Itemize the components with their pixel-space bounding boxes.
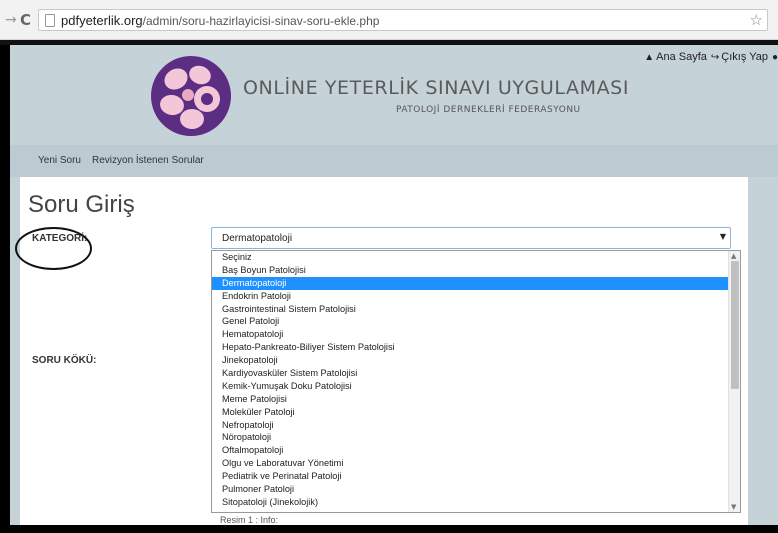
nav-logout-link[interactable]: ↪ Çıkış Yap [711, 51, 768, 63]
form-panel: Soru Giriş KATEGORİ: SORU KÖKÜ: Dermatop… [15, 177, 748, 525]
nav-logout-label: Çıkış Yap [721, 51, 768, 63]
dropdown-option[interactable]: Oftalmopatoloji [212, 444, 728, 457]
url-path: /admin/soru-hazirlayicisi-sinav-soru-ekl… [142, 14, 380, 28]
site-subtitle: PATOLOJİ DERNEKLERİ FEDERASYONU [396, 105, 581, 115]
address-bar[interactable]: pdfyeterlik.org/admin/soru-hazirlayicisi… [38, 9, 768, 31]
dropdown-option[interactable]: Meme Patolojisi [212, 393, 728, 406]
url-text: pdfyeterlik.org/admin/soru-hazirlayicisi… [61, 13, 379, 28]
scroll-up-icon[interactable]: ▲ [731, 252, 736, 260]
browser-toolbar: → C pdfyeterlik.org/admin/soru-hazirlayi… [0, 0, 778, 40]
nav-home-link[interactable]: ▲ Ana Sayfa [644, 51, 707, 63]
reload-icon[interactable]: C [20, 11, 31, 29]
dropdown-option[interactable]: Sitopatoloji (Jinekolojik) [212, 496, 728, 509]
dropdown-option[interactable]: Nöropatoloji [212, 431, 728, 444]
category-select-value: Dermatopatoloji [222, 233, 293, 244]
screen-frame: → C pdfyeterlik.org/admin/soru-hazirlayi… [0, 0, 778, 533]
page-title: Soru Giriş [28, 191, 135, 218]
scrollbar-thumb[interactable] [731, 261, 739, 389]
category-select[interactable]: Dermatopatoloji ▼ [211, 227, 731, 249]
dropdown-option[interactable]: Pulmoner Patoloji [212, 483, 728, 496]
image-caption: Resim 1 : Info: [220, 515, 279, 525]
question-stem-label: SORU KÖKÜ: [32, 355, 97, 366]
site-page: ▲ Ana Sayfa ↪ Çıkış Yap ● ONLİNE YETERLİK … [10, 45, 778, 525]
dropdown-option[interactable]: Olgu ve Laboratuvar Yönetimi [212, 457, 728, 470]
category-label: KATEGORİ: [32, 233, 88, 244]
dropdown-option[interactable]: Baş Boyun Patolojisi [212, 264, 728, 277]
dropdown-scrollbar[interactable]: ▲ ▼ [728, 251, 740, 512]
site-title: ONLİNE YETERLİK SINAVI UYGULAMASI [243, 77, 630, 99]
dropdown-option[interactable]: Kemik-Yumuşak Doku Patolojisi [212, 380, 728, 393]
dropdown-option[interactable]: Gastrointestinal Sistem Patolojisi [212, 303, 728, 316]
dropdown-option[interactable]: Seçiniz [212, 251, 728, 264]
category-dropdown-list[interactable]: Seçiniz Baş Boyun Patolojisi Dermatopatolo… [211, 250, 741, 513]
dropdown-options: Seçiniz Baş Boyun Patolojisi Dermatopatolo… [212, 251, 740, 509]
dropdown-option[interactable]: Nefropatoloji [212, 419, 728, 432]
dropdown-option[interactable]: Endokrin Patoloji [212, 290, 728, 303]
nav-home-label: Ana Sayfa [656, 51, 707, 63]
dropdown-option[interactable]: Kardiyovasküler Sistem Patolojisi [212, 367, 728, 380]
chevron-down-icon: ▼ [719, 232, 726, 241]
dropdown-option[interactable]: Genel Patoloji [212, 315, 728, 328]
page-icon [45, 14, 55, 27]
scroll-down-icon[interactable]: ▼ [731, 503, 736, 511]
dropdown-option[interactable]: Hematopatoloji [212, 328, 728, 341]
home-icon: ▲ [644, 52, 655, 63]
menu-item-revision-requests[interactable]: Revizyon İstenen Sorular [92, 155, 204, 166]
dropdown-option[interactable]: Moleküler Patoloji [212, 406, 728, 419]
bookmark-star-icon[interactable]: ☆ [750, 11, 763, 29]
dropdown-option[interactable]: Hepato-Pankreato-Biliyer Sistem Patoloji… [212, 341, 728, 354]
top-nav: ▲ Ana Sayfa ↪ Çıkış Yap ● [644, 48, 778, 66]
main-menu: Yeni Soru Revizyon İstenen Sorular [10, 145, 778, 177]
url-host: pdfyeterlik.org [61, 13, 143, 28]
back-arrow-icon[interactable]: → [5, 11, 17, 29]
menu-item-new-question[interactable]: Yeni Soru [38, 155, 81, 166]
dropdown-option[interactable]: Dermatopatoloji [212, 276, 728, 290]
logout-icon: ↪ [710, 52, 720, 63]
dropdown-option[interactable]: Pediatrik ve Perinatal Patoloji [212, 470, 728, 483]
site-logo [151, 56, 231, 136]
user-icon[interactable]: ● [772, 52, 778, 63]
dropdown-option[interactable]: Jinekopatoloji [212, 354, 728, 367]
